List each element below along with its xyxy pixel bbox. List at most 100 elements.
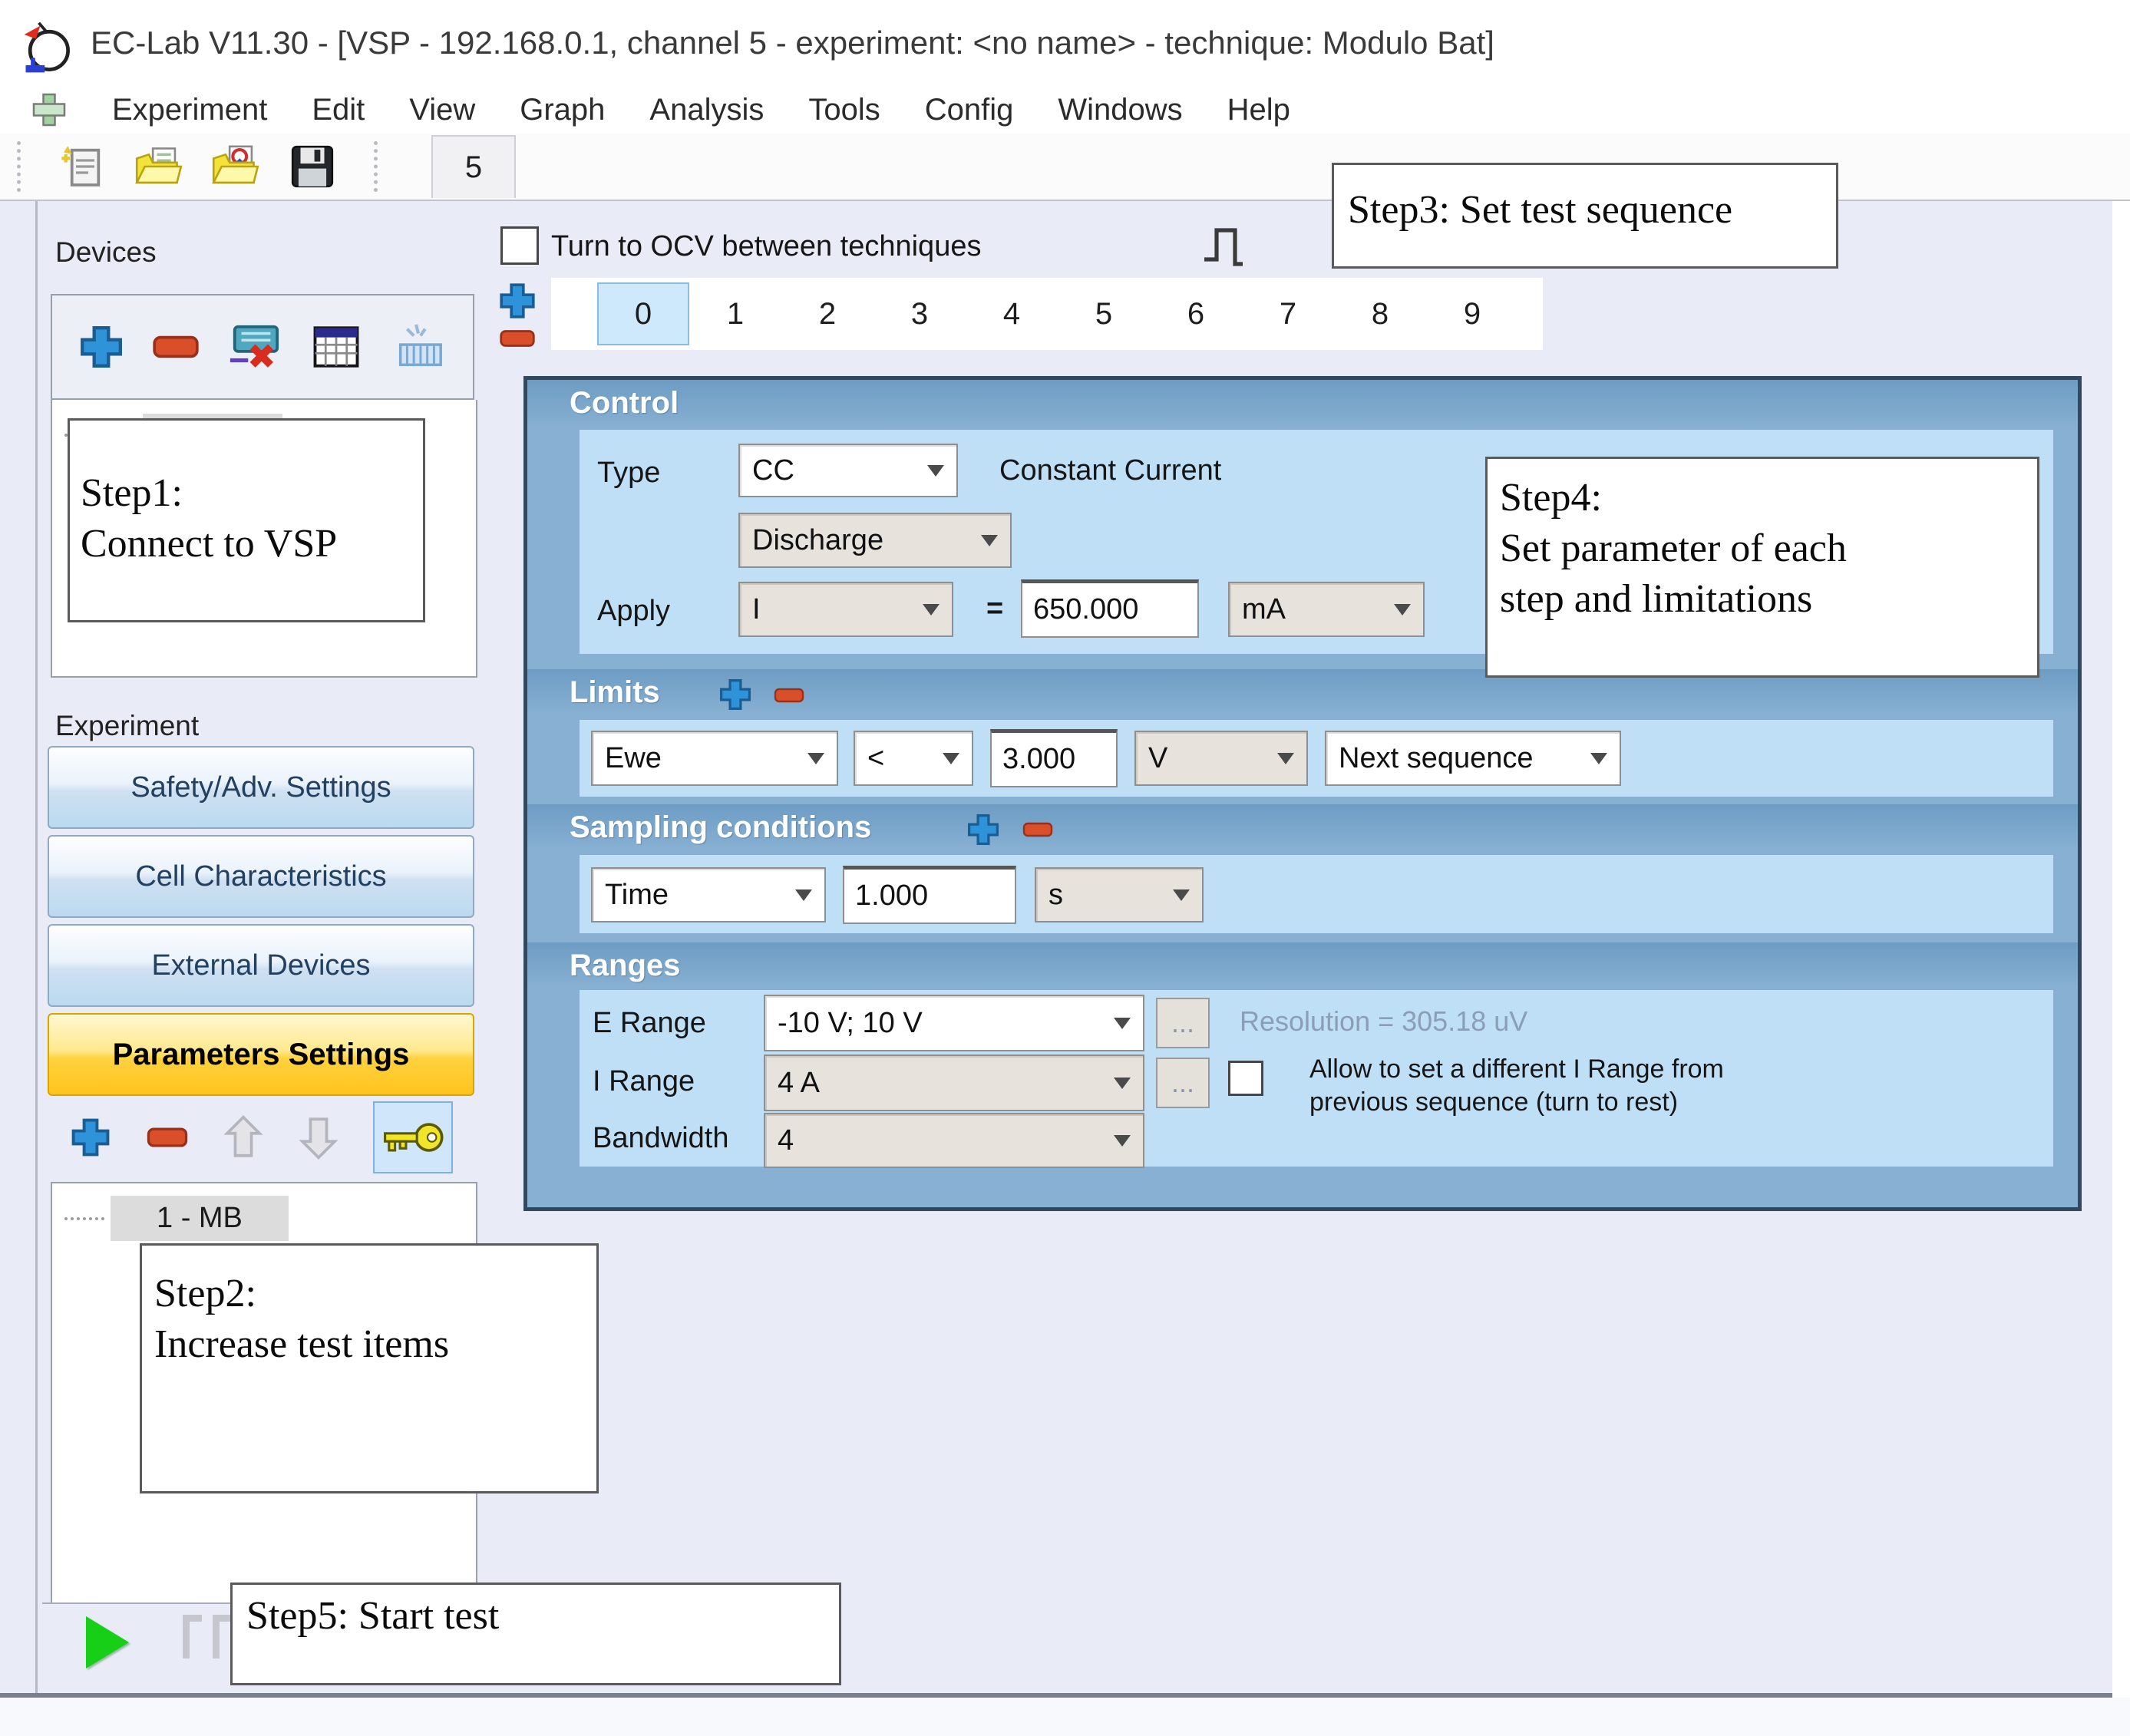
bandwidth-select[interactable]: 4 — [764, 1113, 1144, 1168]
apply-variable-select[interactable]: I — [738, 582, 953, 637]
menu-windows[interactable]: Windows — [1058, 93, 1182, 127]
pause-icon — [183, 1615, 202, 1658]
annotation-line: Step4: — [1500, 473, 2037, 523]
sequence-tab-9[interactable]: 9 — [1426, 282, 1518, 345]
chevron-down-icon — [795, 889, 812, 901]
save-button[interactable] — [285, 140, 340, 193]
disconnect-device-icon[interactable] — [226, 320, 284, 374]
menubar: Experiment Edit View Graph Analysis Tool… — [0, 86, 2130, 134]
i-range-select[interactable]: 4 A — [764, 1054, 1144, 1111]
add-device-icon[interactable] — [78, 323, 125, 371]
type-value: CC — [752, 454, 794, 487]
sequence-tab-8[interactable]: 8 — [1334, 282, 1426, 345]
technique-tree-row[interactable]: 1 - MB — [64, 1196, 476, 1241]
menu-config[interactable]: Config — [925, 93, 1014, 127]
sequence-tab-4[interactable]: 4 — [966, 282, 1058, 345]
annotation-line: Increase test items — [154, 1319, 596, 1370]
load-data-button[interactable] — [208, 140, 263, 193]
remove-limit-icon[interactable] — [772, 687, 806, 704]
limit-unit-select[interactable]: V — [1134, 731, 1308, 786]
ocv-checkbox[interactable] — [500, 226, 539, 265]
limit-operator-select[interactable]: < — [854, 731, 973, 786]
checkbox-label-line: previous sequence (turn to rest) — [1309, 1086, 1724, 1119]
type-select[interactable]: CC — [738, 444, 958, 497]
resolution-text: Resolution = 305.18 uV — [1240, 1005, 1527, 1038]
chevron-down-icon — [1394, 604, 1411, 616]
annotation-line: Step5: Start test — [246, 1591, 839, 1642]
load-settings-button[interactable] — [131, 140, 187, 193]
menu-experiment[interactable]: Experiment — [112, 93, 267, 127]
sequence-tab-0[interactable]: 0 — [597, 282, 689, 345]
annotation-step1: Step1: Connect to VSP — [68, 418, 425, 622]
menu-analysis[interactable]: Analysis — [649, 93, 764, 127]
technique-tree-item[interactable]: 1 - MB — [111, 1196, 289, 1241]
channels-table-icon[interactable] — [310, 322, 362, 372]
annotation-step5: Step5: Start test — [230, 1583, 841, 1685]
add-limit-icon[interactable] — [718, 677, 753, 712]
e-range-more-button[interactable]: ... — [1156, 998, 1210, 1048]
mode-select[interactable]: Discharge — [738, 513, 1012, 568]
start-test-button[interactable] — [86, 1616, 129, 1668]
safety-adv-settings-button[interactable]: Safety/Adv. Settings — [48, 746, 474, 829]
move-down-icon[interactable] — [298, 1115, 339, 1160]
limit-action-select[interactable]: Next sequence — [1325, 731, 1621, 786]
limit-operator-value: < — [867, 742, 884, 775]
control-header-strip — [527, 380, 2078, 427]
apply-unit-select[interactable]: mA — [1228, 582, 1425, 637]
add-technique-icon[interactable] — [69, 1116, 112, 1159]
parameters-settings-button[interactable]: Parameters Settings — [48, 1013, 474, 1096]
i-range-more-button[interactable]: ... — [1156, 1058, 1210, 1108]
chevron-down-icon — [1173, 889, 1190, 901]
remove-device-icon[interactable] — [152, 334, 200, 360]
remove-sequence-icon[interactable] — [499, 328, 536, 348]
i-range-checkbox[interactable] — [1228, 1061, 1263, 1096]
limit-value-input[interactable]: 3.000 — [990, 729, 1118, 787]
sequence-tab-7[interactable]: 7 — [1242, 282, 1334, 345]
remove-sampling-icon[interactable] — [1021, 821, 1055, 838]
sequence-tab-1[interactable]: 1 — [689, 282, 781, 345]
titlebar: EC-Lab V11.30 - [VSP - 192.168.0.1, chan… — [0, 0, 2130, 86]
toolbar-grip — [374, 141, 384, 192]
cell-characteristics-button[interactable]: Cell Characteristics — [48, 835, 474, 918]
remove-technique-icon[interactable] — [146, 1126, 189, 1149]
sequence-tab-3[interactable]: 3 — [873, 282, 966, 345]
key-icon — [381, 1117, 445, 1157]
save-floppy-icon — [289, 143, 336, 190]
apply-value-input[interactable]: 650.000 — [1021, 579, 1199, 638]
limit-action-value: Next sequence — [1339, 742, 1534, 775]
window-title: EC-Lab V11.30 - [VSP - 192.168.0.1, chan… — [91, 25, 1494, 61]
add-sampling-icon[interactable] — [966, 812, 1001, 847]
channel-5-tab[interactable]: 5 — [431, 135, 516, 198]
sequence-tab-5[interactable]: 5 — [1058, 282, 1150, 345]
move-up-icon[interactable] — [223, 1115, 264, 1160]
menu-tools[interactable]: Tools — [808, 93, 880, 127]
menu-graph[interactable]: Graph — [520, 93, 605, 127]
new-settings-button[interactable] — [54, 140, 110, 193]
sampling-variable-select[interactable]: Time — [591, 867, 826, 922]
sequence-tab-strip: 0 1 2 3 4 5 6 7 8 9 — [551, 278, 1543, 350]
menu-help[interactable]: Help — [1227, 93, 1290, 127]
menu-edit[interactable]: Edit — [312, 93, 365, 127]
i-range-checkbox-label: Allow to set a different I Range from pr… — [1309, 1053, 1724, 1119]
menu-view[interactable]: View — [409, 93, 475, 127]
chevron-down-icon — [1114, 1135, 1131, 1147]
annotation-line: step and limitations — [1500, 574, 2037, 625]
equals-sign: = — [986, 592, 1003, 625]
new-device-icon[interactable] — [389, 320, 447, 374]
sampling-unit-select[interactable]: s — [1035, 867, 1204, 922]
sequence-tab-6[interactable]: 6 — [1150, 282, 1242, 345]
chevron-down-icon — [807, 753, 824, 764]
external-devices-button[interactable]: External Devices — [48, 924, 474, 1007]
lock-key-toggle[interactable] — [373, 1101, 453, 1173]
sampling-value-input[interactable]: 1.000 — [843, 866, 1016, 924]
limit-variable-select[interactable]: Ewe — [591, 731, 838, 786]
ranges-header-strip — [527, 942, 2078, 987]
e-range-select[interactable]: -10 V; 10 V — [764, 995, 1144, 1051]
open-settings-icon — [133, 142, 185, 191]
apply-unit-value: mA — [1242, 593, 1286, 626]
sequence-tab-2[interactable]: 2 — [781, 282, 873, 345]
chevron-down-icon — [1590, 753, 1607, 764]
tree-branch-line — [64, 1217, 104, 1220]
type-description: Constant Current — [999, 454, 1221, 487]
add-sequence-icon[interactable] — [497, 281, 537, 321]
